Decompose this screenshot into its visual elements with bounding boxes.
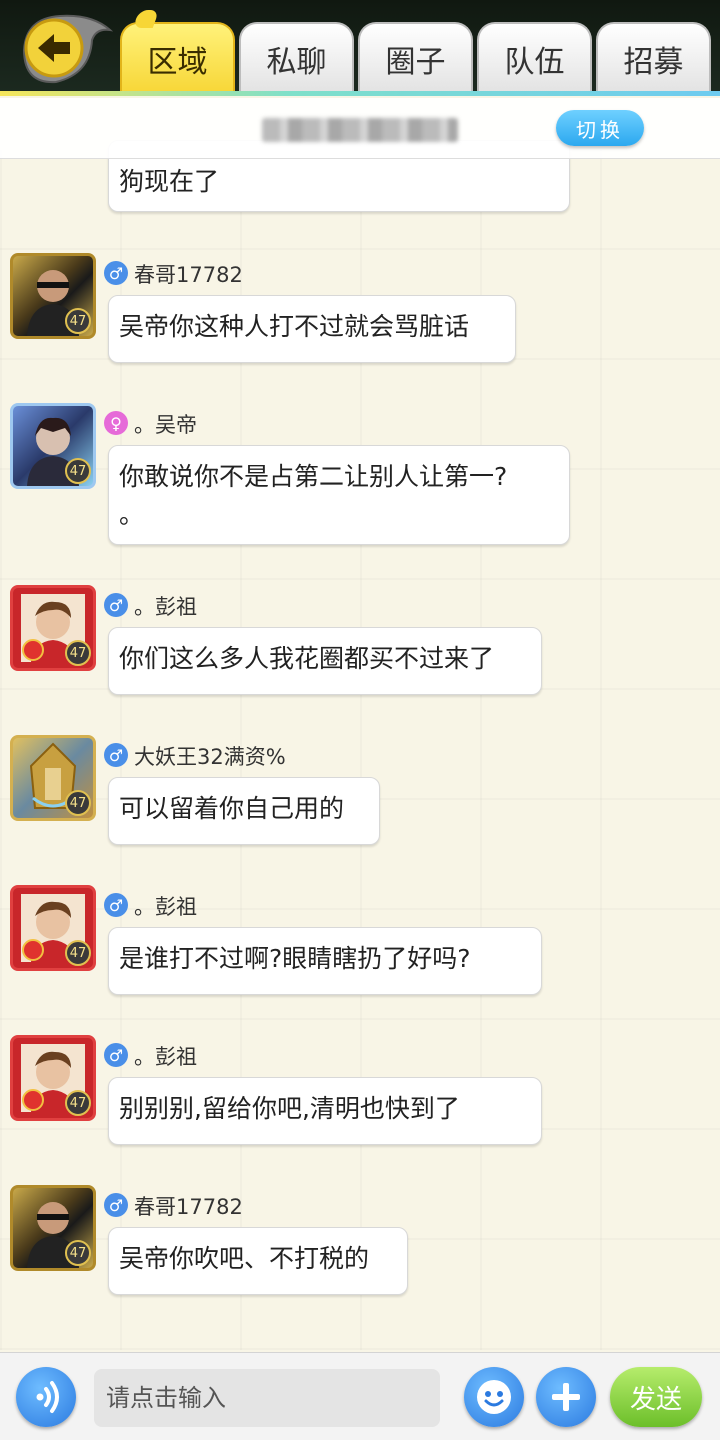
avatar[interactable]: 47 xyxy=(10,253,96,339)
message-input[interactable] xyxy=(94,1369,440,1427)
channel-title-blurred xyxy=(262,118,458,142)
level-badge: 47 xyxy=(65,1090,91,1116)
message-bubble: 可以留着你自己用的 xyxy=(108,777,380,845)
avatar[interactable]: 47 xyxy=(10,885,96,971)
tab-region[interactable]: 区域 xyxy=(120,22,235,94)
level-badge: 47 xyxy=(65,640,91,666)
message-text: 你们这么多人我花圈都买不过来了 xyxy=(119,644,495,673)
sender-name: 春哥17782 xyxy=(134,263,243,287)
top-bar: 区域 私聊 圈子 队伍 招募 xyxy=(0,0,720,96)
plus-button[interactable] xyxy=(536,1367,596,1427)
tab-bar: 区域 私聊 圈子 队伍 招募 xyxy=(120,22,715,94)
sender-name: 。彭祖 xyxy=(134,1045,197,1069)
message-text: 是谁打不过啊?眼睛瞎扔了好吗? xyxy=(119,944,471,973)
tab-private-chat[interactable]: 私聊 xyxy=(239,22,354,94)
level-badge: 47 xyxy=(65,940,91,966)
voice-icon xyxy=(36,1381,59,1413)
emoji-icon xyxy=(477,1380,511,1414)
back-arrow-icon xyxy=(22,14,114,84)
back-button[interactable] xyxy=(16,10,114,88)
avatar[interactable]: 47 xyxy=(10,735,96,821)
message-text: 别别别,留给你吧,清明也快到了 xyxy=(119,1094,460,1123)
male-icon: ♂ xyxy=(104,1193,128,1217)
message-bubble: 吴帝你吹吧、不打税的 xyxy=(108,1227,408,1295)
message-text-line: 你敢说你不是占第二让别人让第一? xyxy=(119,462,508,491)
message-text: 吴帝你吹吧、不打税的 xyxy=(119,1244,370,1273)
tab-circle[interactable]: 圈子 xyxy=(358,22,473,94)
channel-header: 切换 xyxy=(0,98,720,159)
male-icon: ♂ xyxy=(104,893,128,917)
voice-button[interactable] xyxy=(16,1367,76,1427)
send-button[interactable]: 发送 xyxy=(610,1367,702,1427)
level-badge: 47 xyxy=(65,1240,91,1266)
level-badge: 47 xyxy=(65,458,91,484)
male-icon: ♂ xyxy=(104,593,128,617)
avatar[interactable]: 47 xyxy=(10,1185,96,1271)
tab-team[interactable]: 队伍 xyxy=(477,22,592,94)
message-text: 可以留着你自己用的 xyxy=(119,794,345,823)
message-bubble: 别别别,留给你吧,清明也快到了 xyxy=(108,1077,542,1145)
male-icon: ♂ xyxy=(104,261,128,285)
male-icon: ♂ xyxy=(104,743,128,767)
emoji-button[interactable] xyxy=(464,1367,524,1427)
message-bubble: 是谁打不过啊?眼睛瞎扔了好吗? xyxy=(108,927,542,995)
avatar[interactable]: 47 xyxy=(10,1035,96,1121)
switch-channel-button[interactable]: 切换 xyxy=(556,110,644,146)
male-icon: ♂ xyxy=(104,1043,128,1067)
level-badge: 47 xyxy=(65,790,91,816)
sender-name: 。彭祖 xyxy=(134,595,197,619)
message-text-line: 。 xyxy=(119,500,145,529)
sender-name: 春哥17782 xyxy=(134,1195,243,1219)
female-icon: ♀ xyxy=(104,411,128,435)
message-text: 吴帝你这种人打不过就会骂脏话 xyxy=(119,312,470,341)
avatar[interactable]: 47 xyxy=(10,403,96,489)
tab-recruit[interactable]: 招募 xyxy=(596,22,711,94)
sender-name: 大妖王32满资% xyxy=(134,745,286,769)
message-bubble: 你敢说你不是占第二让别人让第一? 。 xyxy=(108,445,570,545)
message-bubble: 吴帝你这种人打不过就会骂脏话 xyxy=(108,295,516,363)
message-text: 狗现在了 xyxy=(119,167,220,196)
avatar[interactable]: 47 xyxy=(10,585,96,671)
plus-icon xyxy=(552,1383,580,1411)
sender-name: 。吴帝 xyxy=(134,413,197,437)
message-bubble: 你们这么多人我花圈都买不过来了 xyxy=(108,627,542,695)
level-badge: 47 xyxy=(65,308,91,334)
input-bar: 发送 xyxy=(0,1352,720,1440)
chat-list[interactable]: 狗现在了 47 ♂ 春哥17782 吴帝你这种人打不过就会骂脏话 47 ♀ 。吴… xyxy=(0,0,720,1350)
sender-name: 。彭祖 xyxy=(134,895,197,919)
